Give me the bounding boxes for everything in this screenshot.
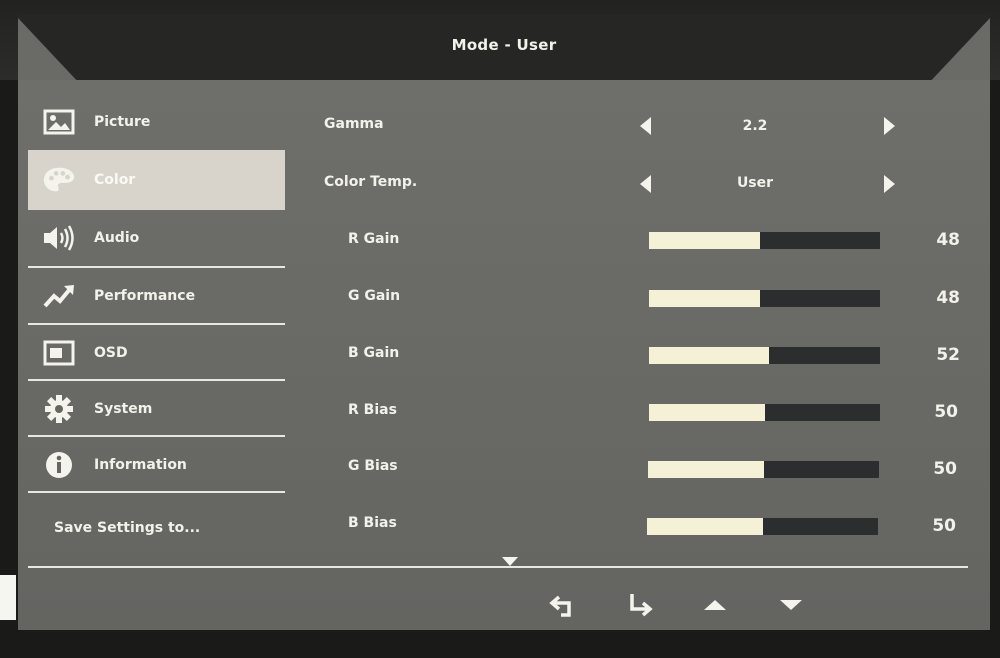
color-temp-prev-arrow-icon[interactable] (640, 175, 651, 193)
r-bias-label: R Bias (348, 402, 397, 418)
palette-icon (42, 165, 76, 195)
osd-menu: Mode - User Picture Color Audio Performa… (18, 14, 990, 630)
sidebar-item-picture[interactable]: Picture (28, 94, 285, 150)
sidebar-item-label: Information (94, 457, 187, 473)
osd-panel: Picture Color Audio Performance OSD Syst… (18, 80, 990, 630)
osd-header: Mode - User (18, 14, 990, 80)
sidebar-item-information[interactable]: Information (28, 437, 285, 493)
b-bias-slider[interactable] (647, 518, 878, 535)
sidebar-item-label: OSD (94, 345, 128, 361)
up-arrow-icon[interactable] (700, 590, 730, 620)
g-bias-label: G Bias (348, 458, 398, 474)
g-gain-slider[interactable] (649, 290, 880, 307)
b-bias-value: 50 (932, 516, 956, 536)
trend-arrow-icon (42, 281, 76, 311)
gear-icon (42, 394, 76, 424)
gamma-prev-arrow-icon[interactable] (640, 117, 651, 135)
slider-fill (649, 404, 765, 421)
gamma-value: 2.2 (742, 118, 768, 134)
b-gain-label: B Gain (348, 345, 400, 361)
enter-icon[interactable] (625, 590, 655, 620)
sidebar-item-osd[interactable]: OSD (28, 325, 285, 381)
sidebar-item-label: Audio (94, 230, 140, 246)
slider-fill (647, 518, 763, 535)
g-gain-label: G Gain (348, 288, 401, 304)
mode-title: Mode - User (451, 36, 557, 54)
sidebar-item-label: System (94, 401, 153, 417)
osd-window-icon (42, 338, 76, 368)
info-icon (42, 450, 76, 480)
g-gain-value: 48 (936, 288, 960, 308)
g-bias-value: 50 (933, 459, 957, 479)
picture-icon (42, 107, 76, 137)
sidebar-item-color[interactable]: Color (28, 150, 285, 210)
sidebar-item-label: Picture (94, 114, 151, 130)
g-bias-slider[interactable] (648, 461, 879, 478)
slider-fill (649, 232, 760, 249)
b-gain-value: 52 (936, 345, 960, 365)
down-arrow-icon[interactable] (776, 590, 806, 620)
r-gain-slider[interactable] (649, 232, 880, 249)
color-temp-label: Color Temp. (324, 174, 418, 190)
b-gain-slider[interactable] (649, 347, 880, 364)
slider-fill (649, 347, 770, 364)
slider-fill (649, 290, 760, 307)
scroll-more-icon (502, 557, 518, 566)
color-temp-next-arrow-icon[interactable] (884, 175, 895, 193)
r-gain-value: 48 (936, 230, 960, 250)
divider (28, 566, 968, 568)
bezel-edge (0, 575, 16, 620)
gamma-label: Gamma (324, 116, 384, 132)
sidebar-item-performance[interactable]: Performance (28, 268, 285, 324)
back-icon[interactable] (548, 590, 578, 620)
gamma-next-arrow-icon[interactable] (884, 117, 895, 135)
color-temp-value: User (736, 175, 774, 191)
slider-fill (648, 461, 764, 478)
sidebar-item-audio[interactable]: Audio (28, 210, 285, 266)
r-bias-slider[interactable] (649, 404, 880, 421)
speaker-icon (42, 223, 76, 253)
save-settings-item[interactable]: Save Settings to... (54, 520, 200, 536)
r-bias-value: 50 (934, 402, 958, 422)
r-gain-label: R Gain (348, 231, 400, 247)
sidebar-item-label: Color (94, 172, 136, 188)
b-bias-label: B Bias (348, 515, 397, 531)
divider (28, 491, 285, 493)
sidebar-item-label: Performance (94, 288, 196, 304)
sidebar-item-system[interactable]: System (28, 381, 285, 437)
